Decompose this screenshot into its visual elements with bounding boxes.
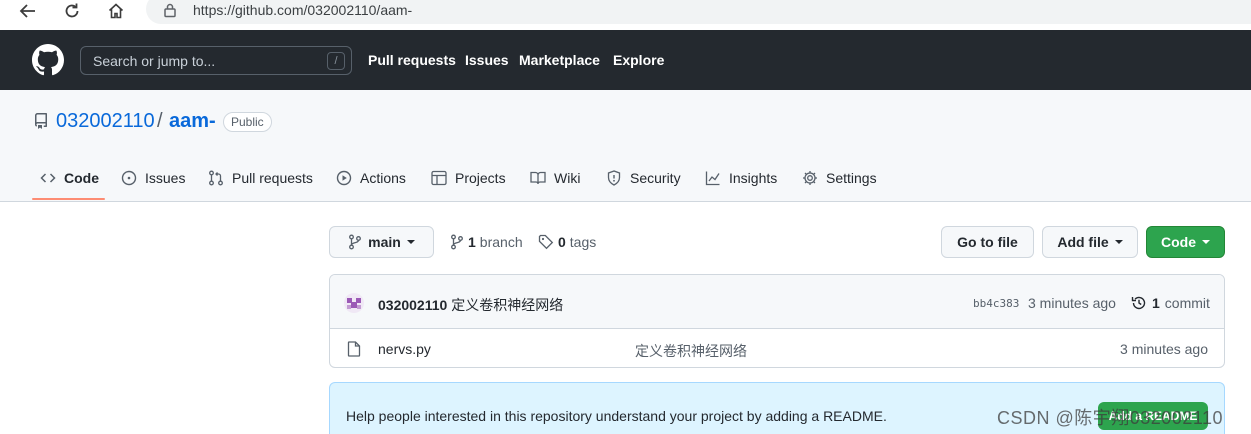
tab-label: Settings [826, 170, 877, 186]
selected-tab-indicator [32, 198, 105, 200]
branch-word: branch [479, 234, 523, 250]
branch-icon [349, 234, 362, 250]
tab-label: Actions [360, 170, 406, 186]
history-icon [1131, 296, 1146, 310]
pull-request-icon [209, 170, 223, 186]
commit-word: commit [1164, 295, 1210, 311]
file-list: 032002110 定义卷积神经网络 bb4c383 3 minutes ago… [329, 274, 1225, 368]
tab-label: Insights [729, 170, 778, 186]
add-file-button[interactable]: Add file [1042, 226, 1138, 258]
repo-owner-link[interactable]: 032002110 [56, 110, 155, 133]
file-time: 3 minutes ago [1120, 341, 1208, 357]
tab-projects[interactable]: Projects [431, 168, 506, 188]
tab-label: Issues [145, 170, 186, 186]
tab-label: Pull requests [232, 170, 313, 186]
file-name-link[interactable]: nervs.py [378, 341, 431, 357]
tab-label: Projects [455, 170, 506, 186]
branches-link[interactable]: 1 branch [450, 234, 523, 250]
table-icon [431, 170, 447, 186]
branch-name: main [368, 234, 401, 250]
commit-count: 1 [1152, 295, 1160, 311]
shield-icon [607, 170, 621, 186]
commit-sha-link[interactable]: bb4c383 [973, 297, 1019, 310]
tab-code[interactable]: Code [40, 168, 99, 188]
play-icon [336, 170, 352, 186]
search-placeholder: Search or jump to... [93, 53, 216, 69]
avatar[interactable] [344, 293, 364, 313]
nav-pull-requests[interactable]: Pull requests [368, 52, 456, 68]
browser-toolbar: https://github.com/032002110/aam- [0, 0, 1251, 30]
graph-icon [705, 171, 720, 186]
search-shortcut-key: / [327, 52, 345, 70]
tab-label: Security [630, 170, 681, 186]
table-row: nervs.py 定义卷积神经网络 3 minutes ago [330, 329, 1224, 367]
repo-path-separator: / [157, 110, 163, 132]
watermark: CSDN @陈宇翔032002110 [997, 408, 1224, 428]
chevron-down-icon [1114, 240, 1123, 244]
repo-header: 032002110 / aam- Public Code Issues Pull… [0, 90, 1251, 202]
tab-label: Wiki [554, 170, 581, 186]
visibility-badge: Public [223, 112, 272, 132]
nav-marketplace[interactable]: Marketplace [519, 52, 600, 68]
lock-icon [164, 3, 176, 18]
tab-pull-requests[interactable]: Pull requests [208, 168, 313, 188]
file-commit-message-link[interactable]: 定义卷积神经网络 [635, 341, 747, 361]
code-button[interactable]: Code [1146, 226, 1225, 258]
github-header: Search or jump to... / Pull requests Iss… [0, 30, 1251, 90]
commit-author-link[interactable]: 032002110 [378, 297, 447, 313]
commit-history-link[interactable]: 1 commit [1131, 295, 1210, 311]
repo-icon [34, 113, 47, 129]
go-to-file-label: Go to file [957, 234, 1018, 250]
reload-icon [65, 3, 79, 18]
go-to-file-button[interactable]: Go to file [941, 226, 1034, 258]
code-icon [40, 173, 56, 183]
latest-commit-row: 032002110 定义卷积神经网络 bb4c383 3 minutes ago… [330, 275, 1224, 329]
home-icon [108, 3, 124, 19]
reload-button[interactable] [57, 0, 87, 22]
tags-link[interactable]: 0 tags [538, 234, 596, 250]
branch-select-button[interactable]: main [329, 226, 434, 258]
gear-icon [803, 171, 817, 185]
tab-settings[interactable]: Settings [802, 168, 877, 188]
github-logo-icon[interactable] [32, 44, 64, 76]
nav-issues[interactable]: Issues [465, 52, 509, 68]
branch-icon [451, 234, 463, 250]
code-button-label: Code [1161, 234, 1196, 250]
tab-actions[interactable]: Actions [336, 168, 406, 188]
tab-security[interactable]: Security [606, 168, 681, 188]
book-icon [530, 171, 546, 185]
readme-hint-text: Help people interested in this repositor… [346, 408, 887, 424]
repo-name-link[interactable]: aam- [169, 110, 216, 133]
tab-label: Code [64, 170, 99, 186]
commit-time: 3 minutes ago [1028, 295, 1116, 311]
tag-word: tags [569, 234, 597, 250]
home-button[interactable] [101, 0, 131, 22]
arrow-left-icon [19, 4, 35, 18]
tab-issues[interactable]: Issues [121, 168, 185, 188]
commit-message-link[interactable]: 定义卷积神经网络 [451, 297, 563, 313]
back-button[interactable] [13, 0, 43, 22]
search-input[interactable]: Search or jump to... / [80, 46, 352, 75]
tab-insights[interactable]: Insights [705, 168, 777, 188]
nav-explore[interactable]: Explore [613, 52, 664, 68]
url-text[interactable]: https://github.com/032002110/aam- [193, 2, 412, 18]
tag-count: 0 [558, 234, 566, 250]
commit-message: 032002110 定义卷积神经网络 [378, 295, 563, 315]
chevron-down-icon [406, 240, 415, 244]
tab-wiki[interactable]: Wiki [530, 168, 580, 188]
tag-icon [538, 234, 554, 250]
chevron-down-icon [1202, 240, 1210, 244]
branch-count: 1 [468, 234, 476, 250]
file-icon [347, 341, 361, 357]
issue-icon [121, 170, 137, 186]
add-file-label: Add file [1057, 234, 1109, 250]
